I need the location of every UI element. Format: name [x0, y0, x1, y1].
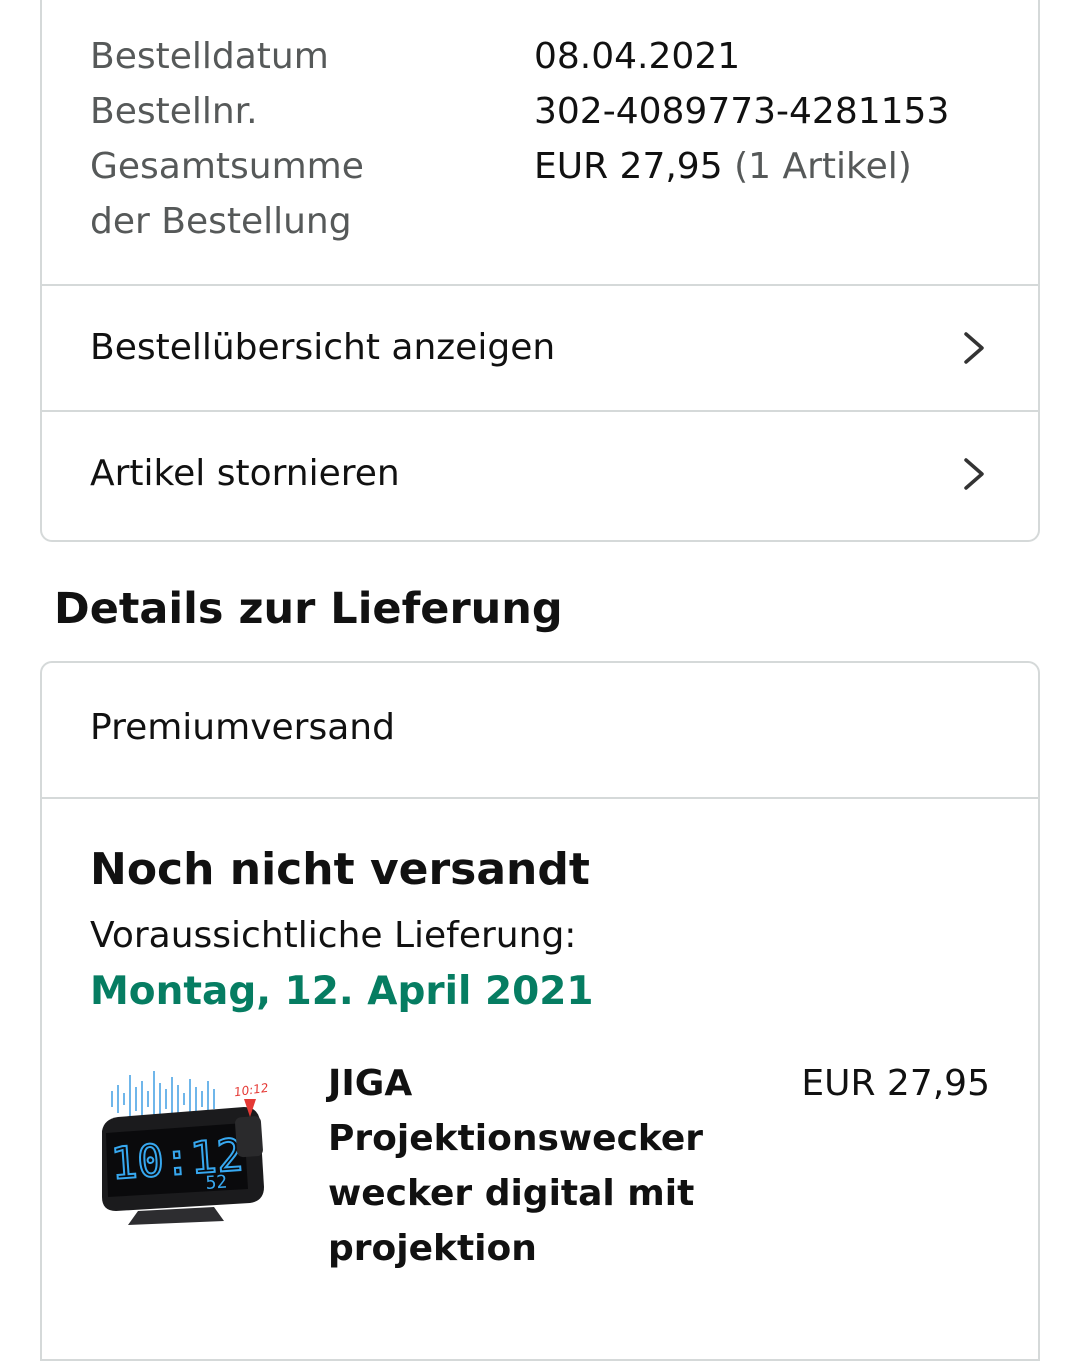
- order-number-row: Bestellnr. 302-4089773-4281153: [90, 84, 949, 139]
- order-number-label: Bestellnr.: [90, 91, 258, 132]
- view-order-summary-label: Bestellübersicht anzeigen: [90, 327, 556, 368]
- order-number-value: 302-4089773-4281153: [534, 91, 950, 132]
- order-item-count: (1 Artikel): [734, 146, 912, 187]
- eta-date: Montag, 12. April 2021: [90, 969, 594, 1014]
- shipping-method: Premiumversand: [90, 707, 395, 748]
- chevron-right-icon: [964, 458, 984, 490]
- cancel-items-label: Artikel stornieren: [90, 453, 400, 494]
- order-total-value-wrap: EUR 27,95 (1 Artikel): [534, 139, 912, 194]
- projection-alarm-clock-image[interactable]: 10:12 10:12 52: [94, 1061, 284, 1229]
- clock-seconds-text: 52: [205, 1172, 228, 1194]
- order-date-label: Bestelldatum: [90, 36, 329, 77]
- eta-label: Voraussichtliche Lieferung:: [90, 915, 577, 956]
- projection-time-text: 10:12: [233, 1081, 269, 1100]
- projector-head: [235, 1116, 263, 1158]
- order-total-label: Gesamtsumme der Bestellung: [90, 146, 364, 242]
- order-summary-card: Bestelldatum 08.04.2021 Bestellnr. 302-4…: [40, 0, 1040, 542]
- divider: [42, 797, 1038, 799]
- delivery-card: Premiumversand Noch nicht versandt Vorau…: [40, 661, 1040, 1361]
- delivery-details-heading: Details zur Lieferung: [54, 584, 563, 634]
- order-total-value: EUR 27,95: [534, 146, 723, 187]
- order-date-value: 08.04.2021: [534, 36, 741, 77]
- clock-stand: [128, 1207, 224, 1225]
- chevron-right-icon: [964, 332, 984, 364]
- order-total-row: Gesamtsumme der Bestellung EUR 27,95 (1 …: [90, 139, 912, 249]
- product-title-link[interactable]: JIGA Projektionswecker wecker digital mi…: [328, 1056, 718, 1276]
- order-date-row: Bestelldatum 08.04.2021: [90, 29, 740, 84]
- shipment-status: Noch nicht versandt: [90, 844, 590, 895]
- view-order-summary-link[interactable]: Bestellübersicht anzeigen: [42, 286, 1038, 410]
- product-price: EUR 27,95: [801, 1063, 990, 1104]
- cancel-items-link[interactable]: Artikel stornieren: [42, 412, 1038, 536]
